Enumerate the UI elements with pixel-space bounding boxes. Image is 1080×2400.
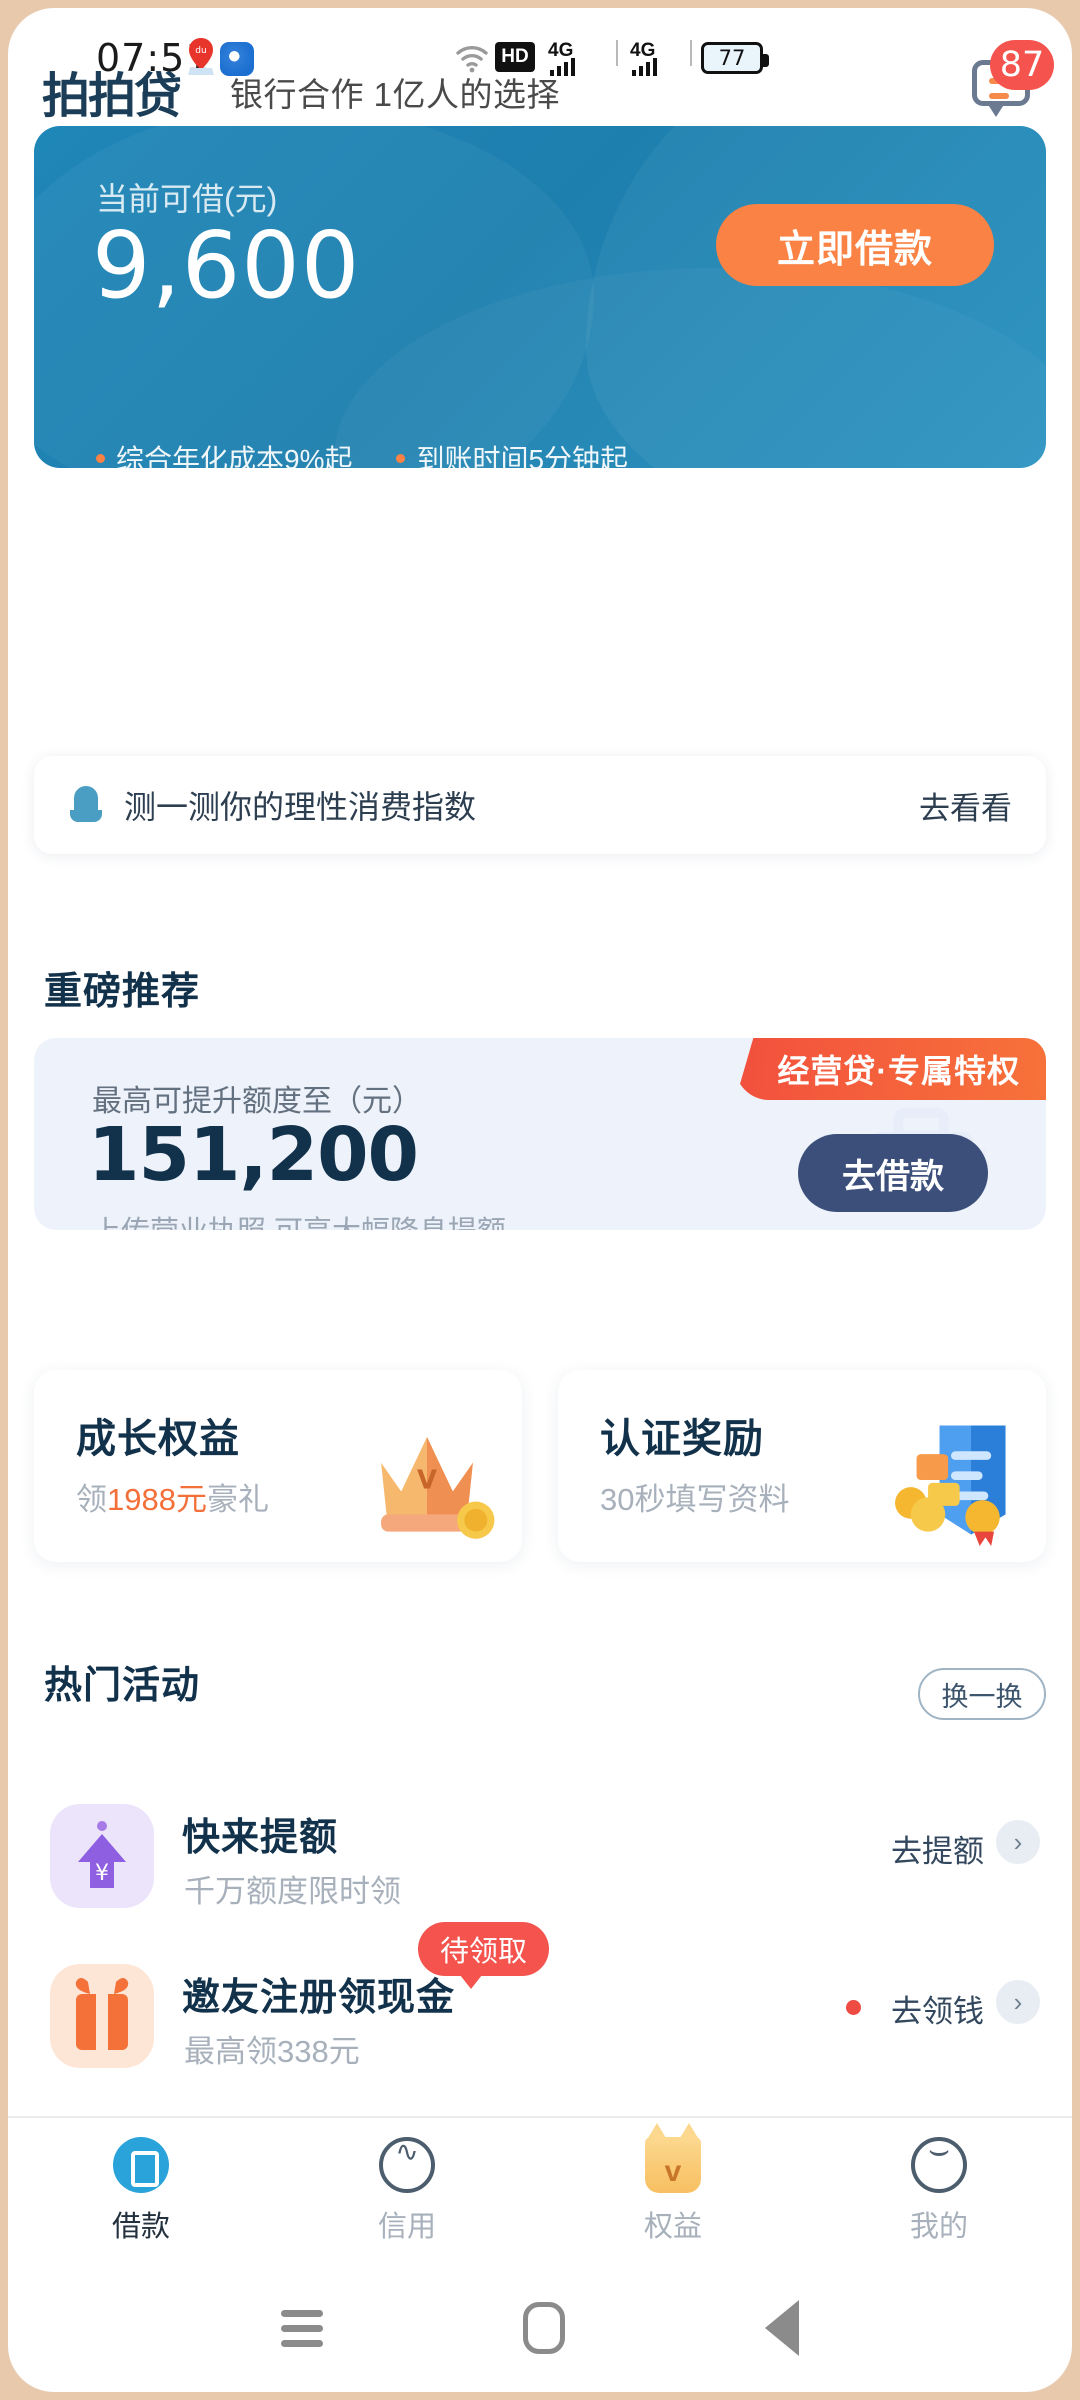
tab-borrow-label: 借款 [111,2211,170,2243]
growth-benefits-title: 成长权益 [76,1417,240,1461]
messages-button[interactable]: 87 [972,40,1054,117]
certificate-icon [895,1425,1006,1546]
pending-claim-badge: 待领取 [418,1922,550,1989]
app-logo: 拍拍贷 [42,68,182,124]
list-item[interactable]: ¥ 快来提额 千万额度限时领 去提额 › [34,1792,1046,1930]
header-tagline: 银行合作 1亿人的选择 [230,76,561,113]
tab-rights-label: 权益 [643,2211,702,2243]
growth-benefits-sub: 领1988元豪礼 [76,1474,269,1519]
bell-icon [68,784,104,826]
tab-mine-label: 我的 [909,2211,968,2243]
tab-mine[interactable]: 我的 [806,2131,1072,2245]
unread-dot-icon [846,2000,861,2015]
raise-limit-max-value: 151,200 [88,1112,419,1198]
hero-features: 综合年化成本9%起 到账时间5分钟起 [96,438,628,468]
verification-reward-sub: 30秒填写资料 [600,1474,789,1519]
growth-sub-prefix: 领 [76,1482,107,1517]
promo-text: 测一测你的理性消费指数 [124,789,477,825]
verification-reward-title: 认证奖励 [600,1417,764,1461]
swap-activities-button[interactable]: 换一换 [918,1668,1046,1720]
growth-sub-suffix: 豪礼 [206,1482,269,1517]
bell-base [70,810,102,822]
activity-title: 快来提额 [182,1817,339,1859]
borrow-icon [113,2137,169,2193]
android-nav-bar [8,2264,1072,2392]
arrow-up-yuan-icon: ¥ [78,1821,126,1888]
message-count-badge: 87 [990,40,1054,90]
available-amount-value: 9,600 [92,212,361,319]
activity-icon-wrapper [50,1964,154,2068]
credit-limit-card[interactable]: 当前可借(元) 9,600 立即借款 综合年化成本9%起 到账时间5分钟起 总额… [34,126,1046,468]
promo-link[interactable]: 去看看 [919,783,1012,828]
fox-face-mark: v [664,2155,682,2188]
tab-credit[interactable]: 信用 [274,2135,540,2245]
app-surface: 07:51 du HD 4G 4G 77 拍拍贷 银行合作 1亿人的选择 87 … [8,8,1072,2392]
back-icon[interactable] [765,2300,799,2356]
rights-fox-icon: v [645,2123,701,2193]
bullet-dot-icon [396,453,406,463]
activity-icon-wrapper: ¥ [50,1804,154,1908]
message-line-2 [989,93,1009,99]
go-borrow-button[interactable]: 去借款 [798,1134,988,1212]
borrow-now-button[interactable]: 立即借款 [716,204,994,286]
tab-credit-label: 信用 [377,2211,436,2243]
bottom-tab-bar: 借款 信用 v 权益 我的 [8,2116,1072,2264]
activity-cta-label[interactable]: 去领钱 [891,1986,984,2031]
svg-text:V: V [417,1466,437,1496]
verification-sub-prefix: 30秒填写资料 [600,1482,790,1517]
consumption-index-banner[interactable]: 测一测你的理性消费指数 去看看 [34,756,1046,854]
phone-screen: 07:51 du HD 4G 4G 77 拍拍贷 银行合作 1亿人的选择 87 … [0,0,1080,2400]
chevron-right-icon[interactable]: › [996,1980,1040,2024]
gift-icon [75,1978,129,2050]
list-item[interactable]: 邀友注册领现金 最高领338元 去领钱 › 待领取 [34,1922,1046,2090]
svg-text:¥: ¥ [95,1861,109,1886]
crown-icon: V [381,1436,495,1539]
verification-reward-card[interactable]: 认证奖励 30秒填写资料 [558,1370,1046,1562]
recommend-section-title: 重磅推荐 [44,971,201,1013]
bullet-dot-icon [96,453,105,463]
feature-speed: 到账时间5分钟起 [396,438,628,468]
tab-rights[interactable]: v 权益 [540,2123,806,2245]
feature-rate-label: 综合年化成本9%起 [116,444,353,468]
profile-icon [911,2131,967,2193]
tab-borrow[interactable]: 借款 [8,2137,274,2245]
business-privilege-ribbon: 经营贷·专属特权 [735,1038,1046,1100]
chevron-right-icon[interactable]: › [996,1820,1040,1864]
home-icon[interactable] [523,2302,565,2354]
activity-subtitle: 千万额度限时领 [184,1874,401,1909]
hot-activities-title: 热门活动 [44,1665,201,1707]
app-header: 拍拍贷 银行合作 1亿人的选择 87 [8,40,1072,126]
growth-benefits-card[interactable]: 成长权益 领1988元豪礼 V [34,1370,522,1562]
activity-title: 邀友注册领现金 [182,1977,456,2019]
feature-rate: 综合年化成本9%起 [96,438,352,468]
feature-speed-label: 到账时间5分钟起 [416,444,629,468]
business-loan-card[interactable]: 经营贷·专属特权 最高可提升额度至（元） 151,200 上传营业执照 可享大幅… [34,1038,1046,1230]
activity-cta-label[interactable]: 去提额 [891,1826,984,1871]
credit-icon [379,2135,435,2193]
business-loan-subtext: 上传营业执照 可享大幅降息提额 [92,1208,506,1230]
activity-subtitle: 最高领338元 [184,2034,360,2069]
recents-icon[interactable] [281,2302,323,2355]
growth-sub-highlight: 1988元 [107,1482,207,1517]
